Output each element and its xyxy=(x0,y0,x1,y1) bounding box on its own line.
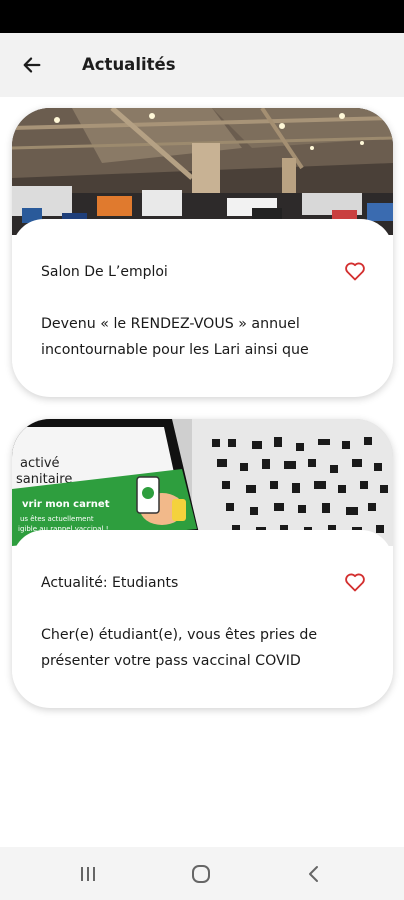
favorite-button[interactable] xyxy=(343,570,367,594)
system-back-button[interactable] xyxy=(301,861,327,887)
news-list[interactable]: Salon De L’emploi Devenu « le RENDEZ-VOU… xyxy=(0,97,404,847)
back-button[interactable] xyxy=(20,53,44,77)
card-description: Devenu « le RENDEZ-VOUS » annuel inconto… xyxy=(41,316,309,358)
svg-text:activé: activé xyxy=(20,456,60,471)
card-body: Salon De L’emploi Devenu « le RENDEZ-VOU… xyxy=(12,219,393,381)
card-title: Salon De L’emploi xyxy=(41,264,168,280)
favorite-button[interactable] xyxy=(343,259,367,283)
card-description: Cher(e) étudiant(e), vous êtes pries de … xyxy=(41,627,318,669)
job-fair-hall-photo xyxy=(12,108,393,235)
card-title: Actualité: Etudiants xyxy=(41,575,179,591)
svg-text:us êtes actuellement: us êtes actuellement xyxy=(20,515,94,523)
heart-outline-icon xyxy=(345,573,365,592)
system-navigation-bar xyxy=(0,847,404,900)
system-back-icon xyxy=(309,866,318,882)
recent-apps-button[interactable] xyxy=(75,861,101,887)
recent-apps-icon xyxy=(81,867,95,881)
home-button[interactable] xyxy=(188,861,214,887)
home-circle-icon xyxy=(192,865,210,883)
svg-text:vrir mon carnet: vrir mon carnet xyxy=(22,499,110,510)
page-title: Actualités xyxy=(82,55,176,74)
arrow-left-icon xyxy=(23,57,41,73)
app-bar: Actualités xyxy=(0,33,404,97)
status-bar xyxy=(0,0,404,33)
heart-outline-icon xyxy=(345,262,365,281)
card-body: Actualité: Etudiants Cher(e) étudiant(e)… xyxy=(12,530,393,692)
vaccine-pass-phone-photo: activé sanitaire vrir mon carnet us êtes… xyxy=(12,419,393,546)
news-card[interactable]: activé sanitaire vrir mon carnet us êtes… xyxy=(12,419,393,708)
news-card[interactable]: Salon De L’emploi Devenu « le RENDEZ-VOU… xyxy=(12,108,393,397)
